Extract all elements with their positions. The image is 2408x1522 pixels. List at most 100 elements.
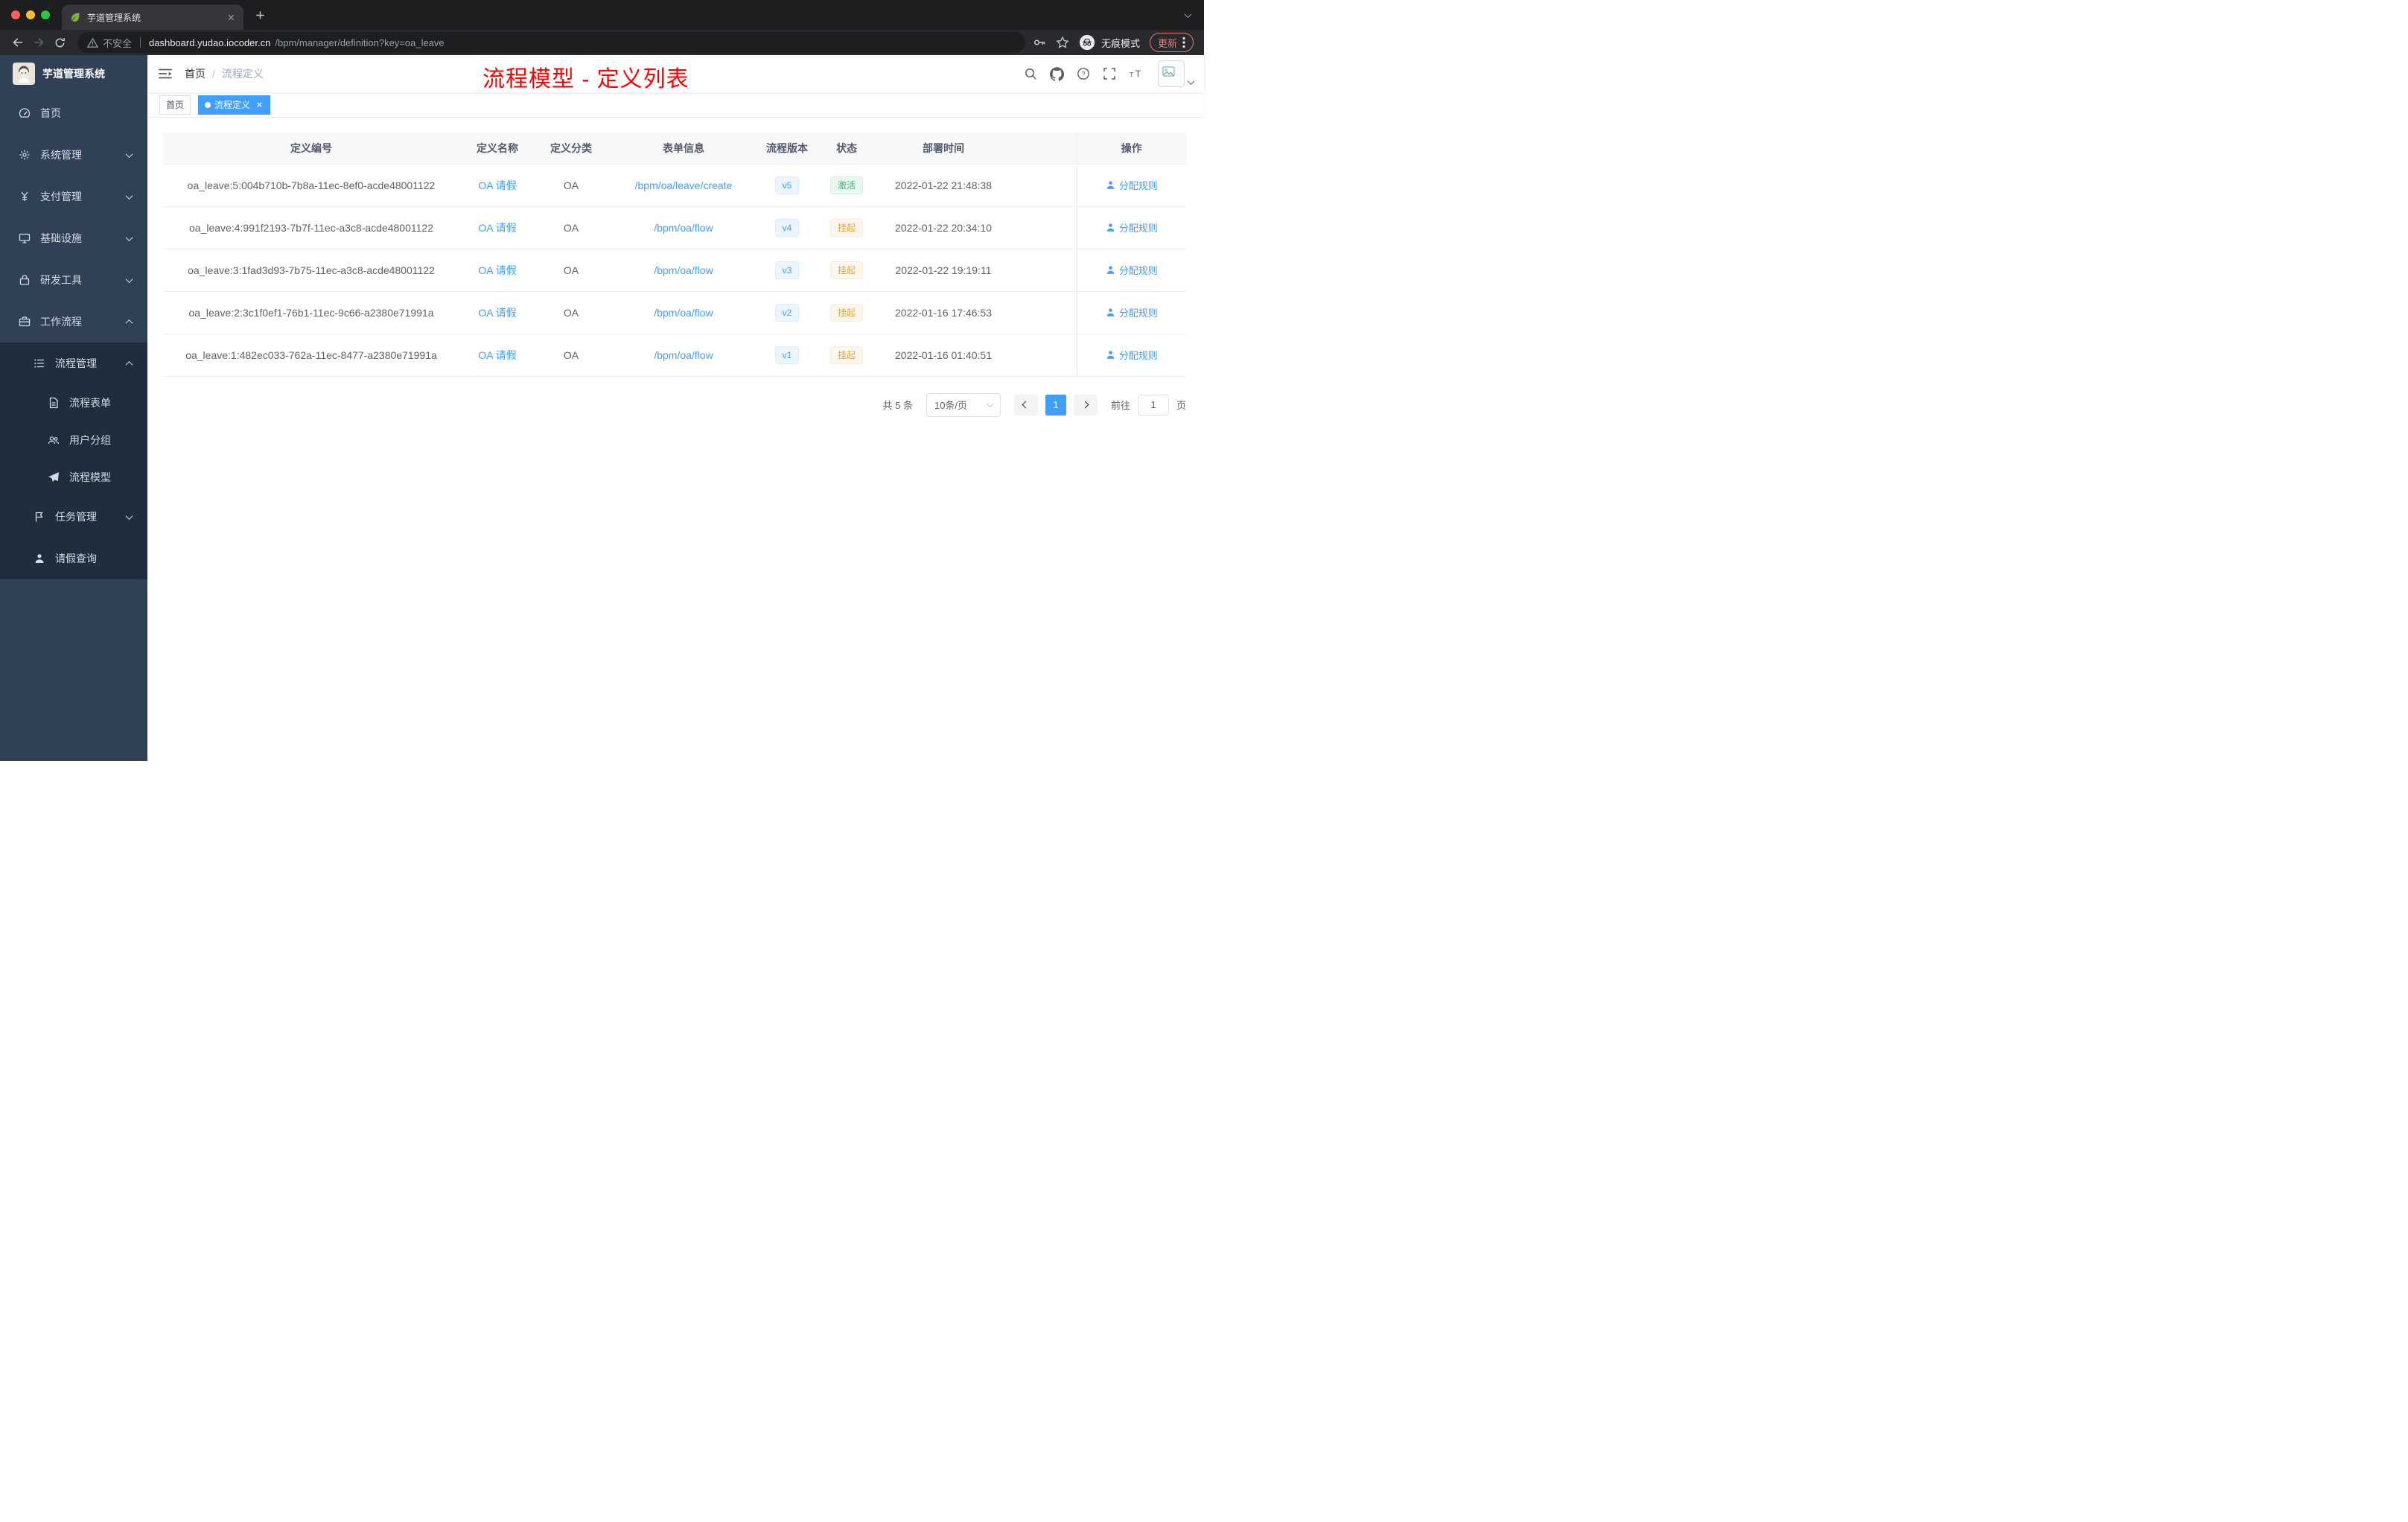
version-tag: v4 [774, 218, 800, 237]
sidebar-logo[interactable]: 芋道管理系统 [0, 55, 147, 92]
main-area: 首页 / 流程定义 流程模型 - 定义列表 ? T T 首页 流程定义 定义编号… [147, 55, 1204, 761]
browser-tab-strip: 芋道管理系统 [0, 0, 1204, 30]
active-dot-icon [205, 101, 211, 108]
close-window-button[interactable] [11, 10, 20, 19]
deploy-time-cell: 2022-01-16 17:46:53 [879, 291, 1007, 334]
assign-rule-button[interactable]: 分配规则 [1106, 348, 1158, 362]
minimize-window-button[interactable] [26, 10, 35, 19]
tag-close-icon[interactable] [255, 101, 264, 109]
sidebar-toggle-button[interactable] [158, 66, 173, 81]
forward-button[interactable] [28, 32, 49, 53]
paper-plane-icon [48, 472, 59, 483]
tab-search-chevron-icon[interactable] [1184, 10, 1192, 18]
sidebar-item-home[interactable]: 首页 [0, 92, 147, 134]
sidebar-item-process-form[interactable]: 流程表单 [0, 384, 147, 421]
definition-name-link[interactable]: OA 请假 [478, 179, 516, 191]
gear-icon [19, 150, 30, 160]
avatar [1158, 60, 1185, 87]
form-link[interactable]: /bpm/oa/flow [654, 349, 713, 361]
incognito-indicator: 无痕模式 [1079, 34, 1140, 51]
chevron-up-icon [125, 360, 133, 369]
sidebar-item-task-management[interactable]: 任务管理 [0, 496, 147, 538]
browser-tab[interactable]: 芋道管理系统 [62, 4, 243, 30]
sidebar-item-label: 请假查询 [55, 553, 97, 564]
sidebar-item-payment[interactable]: 支付管理 [0, 176, 147, 217]
pagination: 共 5 条 10条/页 1 前往 页 [163, 392, 1186, 417]
user-avatar-menu[interactable] [1158, 60, 1195, 87]
assign-rule-button[interactable]: 分配规则 [1106, 220, 1158, 235]
breadcrumb: 首页 / 流程定义 [185, 66, 264, 81]
definition-name-link[interactable]: OA 请假 [478, 349, 516, 361]
new-tab-button[interactable] [249, 4, 270, 25]
form-link[interactable]: /bpm/oa/flow [654, 307, 713, 319]
next-page-button[interactable] [1073, 394, 1098, 415]
status-badge: 挂起 [829, 261, 863, 279]
col-form-info: 表单信息 [607, 133, 760, 165]
form-link[interactable]: /bpm/oa/flow [654, 222, 713, 234]
search-icon[interactable] [1024, 67, 1037, 80]
chevron-down-icon [125, 512, 133, 520]
top-navbar: 首页 / 流程定义 流程模型 - 定义列表 ? T T [147, 55, 1204, 92]
help-icon[interactable]: ? [1077, 67, 1090, 80]
sidebar-item-process-model[interactable]: 流程模型 [0, 459, 147, 496]
app-title: 芋道管理系统 [42, 68, 105, 80]
password-key-icon[interactable] [1033, 36, 1046, 49]
assign-rule-button[interactable]: 分配规则 [1106, 305, 1158, 319]
sidebar-item-devtools[interactable]: 研发工具 [0, 259, 147, 301]
url-path: /bpm/manager/definition?key=oa_leave [275, 36, 445, 48]
user-icon [1106, 181, 1115, 189]
prev-page-button[interactable] [1013, 394, 1038, 415]
bookmark-star-icon[interactable] [1056, 36, 1069, 49]
category-cell: OA [535, 249, 607, 292]
definition-name-link[interactable]: OA 请假 [478, 222, 516, 234]
page-unit-label: 页 [1176, 400, 1186, 411]
caret-down-icon [1187, 77, 1195, 86]
status-badge: 激活 [829, 176, 863, 194]
sidebar-item-infra[interactable]: 基础设施 [0, 217, 147, 259]
table-row: oa_leave:4:991f2193-7b7f-11ec-a3c8-acde4… [163, 206, 1186, 249]
form-link[interactable]: /bpm/oa/flow [654, 264, 713, 276]
yen-icon [21, 191, 28, 201]
definition-name-link[interactable]: OA 请假 [478, 264, 516, 276]
sidebar-item-system[interactable]: 系统管理 [0, 134, 147, 176]
url-bar[interactable]: 不安全 dashboard.yudao.iocoder.cn /bpm/mana… [77, 32, 1025, 53]
tag-home[interactable]: 首页 [159, 95, 191, 115]
reload-button[interactable] [49, 32, 70, 53]
tag-process-definition[interactable]: 流程定义 [198, 95, 271, 115]
maximize-window-button[interactable] [41, 10, 50, 19]
omnibox-divider [140, 37, 141, 48]
breadcrumb-home[interactable]: 首页 [185, 66, 206, 81]
hamburger-icon [159, 69, 172, 79]
page-size-select[interactable]: 10条/页 [926, 392, 1001, 417]
sidebar-item-leave-query[interactable]: 请假查询 [0, 538, 147, 579]
spacer-cell [1007, 334, 1077, 377]
font-size-icon[interactable]: TT [1129, 67, 1144, 80]
assign-rule-button[interactable]: 分配规则 [1106, 263, 1158, 277]
browser-update-menu-button[interactable]: 更新 [1149, 33, 1194, 52]
sidebar-item-user-group[interactable]: 用户分组 [0, 421, 147, 459]
spacer-cell [1007, 291, 1077, 334]
workflow-submenu: 流程管理 流程表单 用户分组 流程模型 任务管理 请假查询 [0, 343, 147, 579]
definition-name-link[interactable]: OA 请假 [478, 307, 516, 319]
sidebar-item-label: 流程模型 [69, 471, 111, 483]
spacer-cell [1007, 164, 1077, 207]
tab-title: 芋道管理系统 [87, 12, 141, 23]
github-icon[interactable] [1050, 66, 1064, 81]
form-link[interactable]: /bpm/oa/leave/create [635, 179, 733, 191]
sidebar-item-workflow[interactable]: 工作流程 [0, 301, 147, 343]
fullscreen-icon[interactable] [1103, 67, 1116, 80]
back-button[interactable] [7, 32, 28, 53]
sidebar-item-label: 基础设施 [40, 232, 82, 244]
goto-page-input[interactable] [1137, 394, 1169, 415]
sidebar-item-label: 研发工具 [40, 274, 82, 286]
breadcrumb-current: 流程定义 [221, 68, 264, 80]
page-1-button[interactable]: 1 [1045, 394, 1066, 415]
assign-rule-button[interactable]: 分配规则 [1106, 178, 1158, 192]
svg-text:T: T [1135, 69, 1141, 80]
sidebar-item-process-management[interactable]: 流程管理 [0, 343, 147, 384]
app-root: 芋道管理系统 首页 系统管理 支付管理 基础设施 研发工具 工作流程 流程管理 … [0, 55, 1204, 761]
table-row: oa_leave:3:1fad3d93-7b75-11ec-a3c8-acde4… [163, 249, 1186, 292]
svg-text:T: T [1130, 71, 1134, 79]
version-tag: v2 [774, 303, 800, 322]
tab-close-icon[interactable] [226, 13, 236, 22]
